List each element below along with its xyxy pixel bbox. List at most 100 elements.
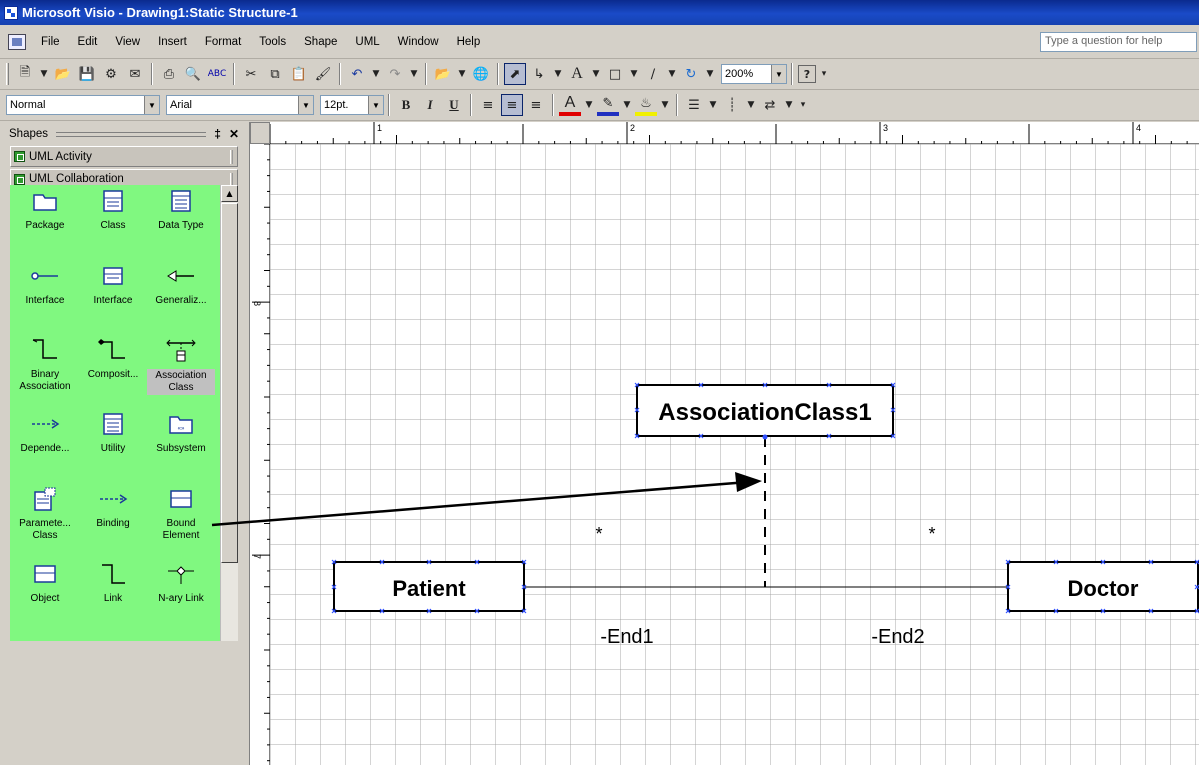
chevron-down-icon[interactable]: ▼: [659, 94, 671, 116]
vertical-ruler[interactable]: 87: [250, 122, 270, 765]
chevron-down-icon[interactable]: ▼: [144, 96, 159, 114]
text-tool-icon[interactable]: A: [566, 63, 588, 85]
spelling-icon[interactable]: ABC: [206, 63, 228, 85]
menu-view[interactable]: View: [106, 34, 149, 50]
chevron-down-icon[interactable]: ▼: [666, 63, 678, 85]
drawing-grid[interactable]: [270, 144, 1199, 765]
chevron-down-icon[interactable]: ▼: [370, 63, 382, 85]
fill-color-icon[interactable]: ♨: [635, 94, 657, 116]
shapes-icon[interactable]: 📂: [432, 63, 454, 85]
align-left-icon[interactable]: ≡: [477, 94, 499, 116]
save-icon[interactable]: 💾: [76, 63, 98, 85]
font-combo[interactable]: Arial ▼: [166, 95, 314, 115]
chevron-down-icon[interactable]: ▼: [583, 94, 595, 116]
chevron-down-icon[interactable]: ▼: [590, 63, 602, 85]
stencil-shape-class[interactable]: Class: [79, 187, 147, 232]
ruler-corner[interactable]: [250, 122, 270, 144]
menu-edit[interactable]: Edit: [69, 34, 107, 50]
open-icon[interactable]: 📂: [52, 63, 74, 85]
style-combo[interactable]: Normal ▼: [6, 95, 160, 115]
chevron-down-icon[interactable]: ▼: [783, 94, 795, 116]
align-right-icon[interactable]: ≡: [525, 94, 547, 116]
chevron-down-icon[interactable]: ▼: [456, 63, 468, 85]
chevron-down-icon[interactable]: ▼: [408, 63, 420, 85]
chevron-down-icon[interactable]: ▼: [628, 63, 640, 85]
cut-icon[interactable]: ✂: [240, 63, 262, 85]
email-icon[interactable]: ✉: [124, 63, 146, 85]
rotate-tool-icon[interactable]: ↻: [680, 63, 702, 85]
scroll-up-icon[interactable]: ▲: [221, 185, 238, 202]
bold-button[interactable]: B: [395, 94, 417, 116]
toolbar-options-icon[interactable]: ▾: [797, 94, 809, 116]
chevron-down-icon[interactable]: ▼: [704, 63, 716, 85]
menu-tools[interactable]: Tools: [250, 34, 295, 50]
stencil-shape-subsystem[interactable]: «» Subsystem: [147, 410, 215, 455]
menu-uml[interactable]: UML: [346, 34, 388, 50]
chevron-down-icon[interactable]: ▼: [552, 63, 564, 85]
stencil-shape-link[interactable]: Link: [79, 560, 147, 605]
menu-file[interactable]: File: [32, 34, 69, 50]
chevron-down-icon[interactable]: ▼: [298, 96, 313, 114]
line-tool-icon[interactable]: ∕: [642, 63, 664, 85]
menu-shape[interactable]: Shape: [295, 34, 346, 50]
new-icon[interactable]: 🗎: [14, 63, 36, 85]
stencil-shape-association-class[interactable]: Association Class: [147, 336, 215, 395]
stencil-shape-binary-association[interactable]: Binary Association: [11, 336, 79, 393]
chevron-down-icon[interactable]: ▼: [707, 94, 719, 116]
underline-button[interactable]: U: [443, 94, 465, 116]
stencil-shape-utility[interactable]: Utility: [79, 410, 147, 455]
hyperlink-icon[interactable]: 🌐: [470, 63, 492, 85]
pointer-tool-icon[interactable]: ⬈: [504, 63, 526, 85]
stencil-shape-composit[interactable]: Composit...: [79, 336, 147, 381]
connector-tool-icon[interactable]: ↳: [528, 63, 550, 85]
toolbar-grip[interactable]: [6, 63, 9, 85]
stencil-shape-data-type[interactable]: Data Type: [147, 187, 215, 232]
italic-button[interactable]: I: [419, 94, 441, 116]
align-center-icon[interactable]: ≡: [501, 94, 523, 116]
redo-icon[interactable]: ↷: [384, 63, 406, 85]
format-painter-icon[interactable]: 🖌: [312, 63, 334, 85]
chevron-down-icon[interactable]: ▼: [771, 65, 786, 83]
line-color-icon[interactable]: ✎: [597, 94, 619, 116]
chevron-down-icon[interactable]: ▼: [621, 94, 633, 116]
rectangle-tool-icon[interactable]: □: [604, 63, 626, 85]
close-icon[interactable]: ✕: [229, 127, 239, 141]
horizontal-ruler[interactable]: 1 2 3 4: [250, 122, 1199, 144]
paste-icon[interactable]: 📋: [288, 63, 310, 85]
undo-icon[interactable]: ↶: [346, 63, 368, 85]
stencil-shape-bound-element[interactable]: Bound Element: [147, 485, 215, 542]
permission-icon[interactable]: ⚙: [100, 63, 122, 85]
stencil-shape-paramete-class[interactable]: Paramete... Class: [11, 485, 79, 542]
stencil-shape-interface[interactable]: Interface: [79, 262, 147, 307]
font-color-icon[interactable]: A: [559, 94, 581, 116]
scroll-thumb[interactable]: [221, 203, 238, 563]
chevron-down-icon[interactable]: ▼: [745, 94, 757, 116]
help-search-input[interactable]: Type a question for help: [1040, 32, 1197, 52]
zoom-combo[interactable]: 200% ▼: [721, 64, 787, 84]
menu-format[interactable]: Format: [196, 34, 250, 50]
chevron-down-icon[interactable]: ▼: [38, 63, 50, 85]
stencil-shape-object[interactable]: Object: [11, 560, 79, 605]
line-pattern-icon[interactable]: ┊: [721, 94, 743, 116]
copy-icon[interactable]: ⧉: [264, 63, 286, 85]
stencil-shape-depende[interactable]: Depende...: [11, 410, 79, 455]
stencil-shape-package[interactable]: Package: [11, 187, 79, 232]
document-icon[interactable]: [8, 33, 26, 50]
line-weight-icon[interactable]: ☰: [683, 94, 705, 116]
print-preview-icon[interactable]: 🔍: [182, 63, 204, 85]
font-size-combo[interactable]: 12pt. ▼: [320, 95, 384, 115]
menu-help[interactable]: Help: [448, 34, 490, 50]
help-icon[interactable]: ?: [798, 65, 816, 83]
menu-insert[interactable]: Insert: [149, 34, 196, 50]
stencil-shape-binding[interactable]: Binding: [79, 485, 147, 530]
pin-icon[interactable]: ‡: [214, 127, 221, 141]
chevron-down-icon[interactable]: ▼: [368, 96, 383, 114]
line-ends-icon[interactable]: ⇄: [759, 94, 781, 116]
menu-window[interactable]: Window: [389, 34, 448, 50]
toolbar-options-icon[interactable]: ▾: [818, 63, 830, 85]
stencil-shape-interface[interactable]: Interface: [11, 262, 79, 307]
stencil-tab-uml-activity[interactable]: UML Activity: [10, 146, 238, 167]
stencil-shape-n-ary-link[interactable]: N-ary Link: [147, 560, 215, 605]
stencil-shape-generaliz[interactable]: Generaliz...: [147, 262, 215, 307]
print-icon[interactable]: ⎙: [158, 63, 180, 85]
